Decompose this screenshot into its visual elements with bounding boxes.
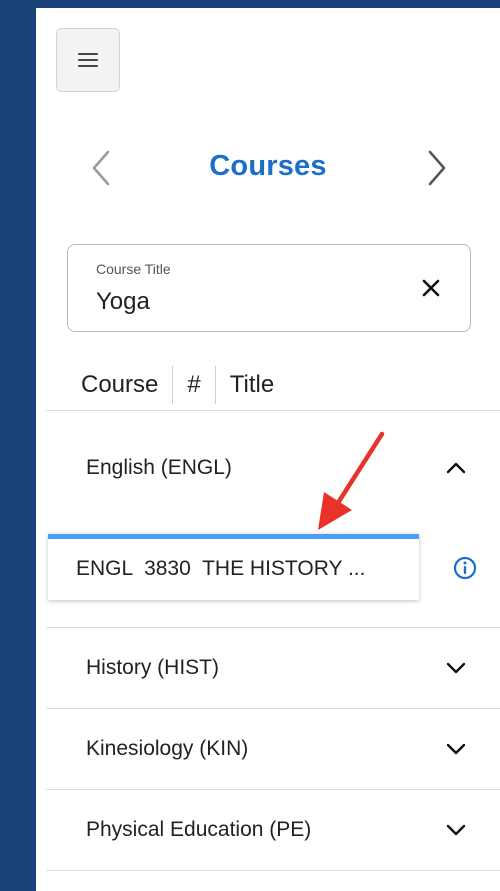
column-header-number[interactable]: #: [173, 371, 214, 399]
chevron-down-icon: [446, 824, 466, 836]
clear-search-button[interactable]: [413, 270, 449, 306]
info-icon[interactable]: [453, 556, 477, 580]
column-header-course[interactable]: Course: [81, 371, 172, 399]
hamburger-icon: [78, 53, 98, 67]
divider: [46, 870, 500, 871]
subject-label: English (ENGL): [86, 456, 232, 479]
course-panel: Courses Course Title Course # Title Engl…: [36, 8, 500, 891]
chevron-right-icon: [428, 150, 446, 186]
subject-row-physical-education[interactable]: Physical Education (PE): [46, 790, 500, 870]
divider: [46, 410, 500, 411]
course-title-field: Course Title: [67, 244, 471, 332]
subject-label: History (HIST): [86, 656, 219, 679]
course-result-text: ENGL 3830 THE HISTORY ...: [76, 557, 366, 580]
column-headers: Course # Title: [81, 365, 288, 405]
subject-row-history[interactable]: History (HIST): [46, 628, 500, 708]
column-header-title[interactable]: Title: [216, 371, 288, 399]
chevron-down-icon: [446, 662, 466, 674]
course-title-input[interactable]: [94, 285, 398, 319]
chevron-up-icon: [446, 462, 466, 474]
subject-row-english[interactable]: English (ENGL): [46, 428, 500, 508]
course-title-label: Course Title: [96, 261, 171, 277]
close-icon: [422, 279, 440, 297]
subject-label: Physical Education (PE): [86, 818, 312, 841]
menu-button[interactable]: [56, 28, 120, 92]
chevron-down-icon: [446, 743, 466, 755]
subject-row-kinesiology[interactable]: Kinesiology (KIN): [46, 709, 500, 789]
annotation-arrow-icon: [318, 431, 385, 530]
subject-label: Kinesiology (KIN): [86, 737, 249, 760]
course-result-card[interactable]: ENGL 3830 THE HISTORY ...: [48, 534, 419, 600]
next-button[interactable]: [422, 148, 452, 188]
